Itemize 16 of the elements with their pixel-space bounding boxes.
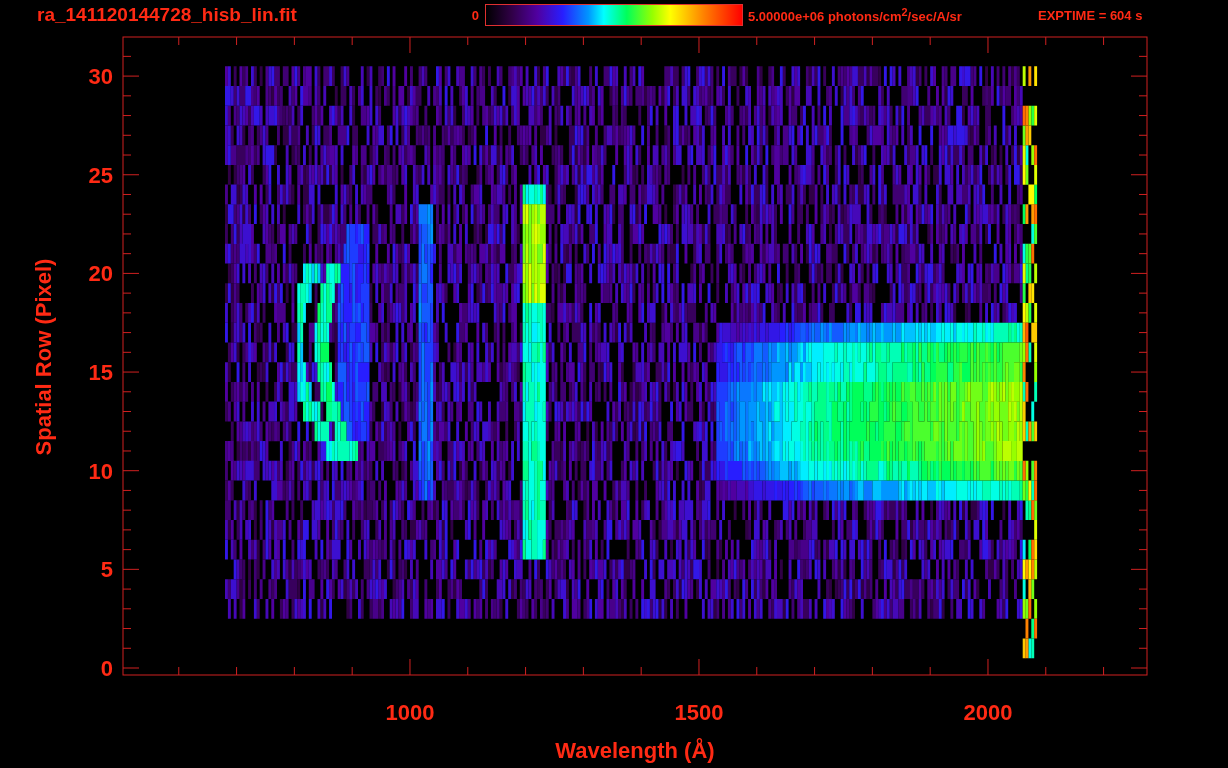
x-axis-title: Wavelength (Å) [555, 738, 715, 763]
exposure-time: EXPTIME = 604 s [1038, 7, 1143, 23]
colorbar-max-label: 5.00000e+06 photons/cm$^{2}$/sec/A/sr [747, 5, 963, 25]
y-tick-label: 5 [100, 557, 113, 583]
y-axis-title: Spatial Row (Pixel) [31, 258, 56, 456]
y-tick-label: 20 [88, 261, 113, 287]
file-title: ra_141120144728_hisb_lin.fit [36, 4, 298, 26]
y-tick-label: 0 [100, 656, 113, 681]
y-tick-label: 10 [88, 458, 113, 484]
x-tick-label: 1500 [674, 700, 724, 725]
y-tick-label: 25 [88, 162, 113, 188]
x-tick-label: 1000 [385, 700, 435, 725]
colorbar-min-label: 0 [470, 7, 480, 23]
y-tick-label: 15 [88, 360, 113, 386]
y-tick-label: 30 [88, 64, 113, 90]
x-tick-label: 2000 [963, 700, 1013, 725]
